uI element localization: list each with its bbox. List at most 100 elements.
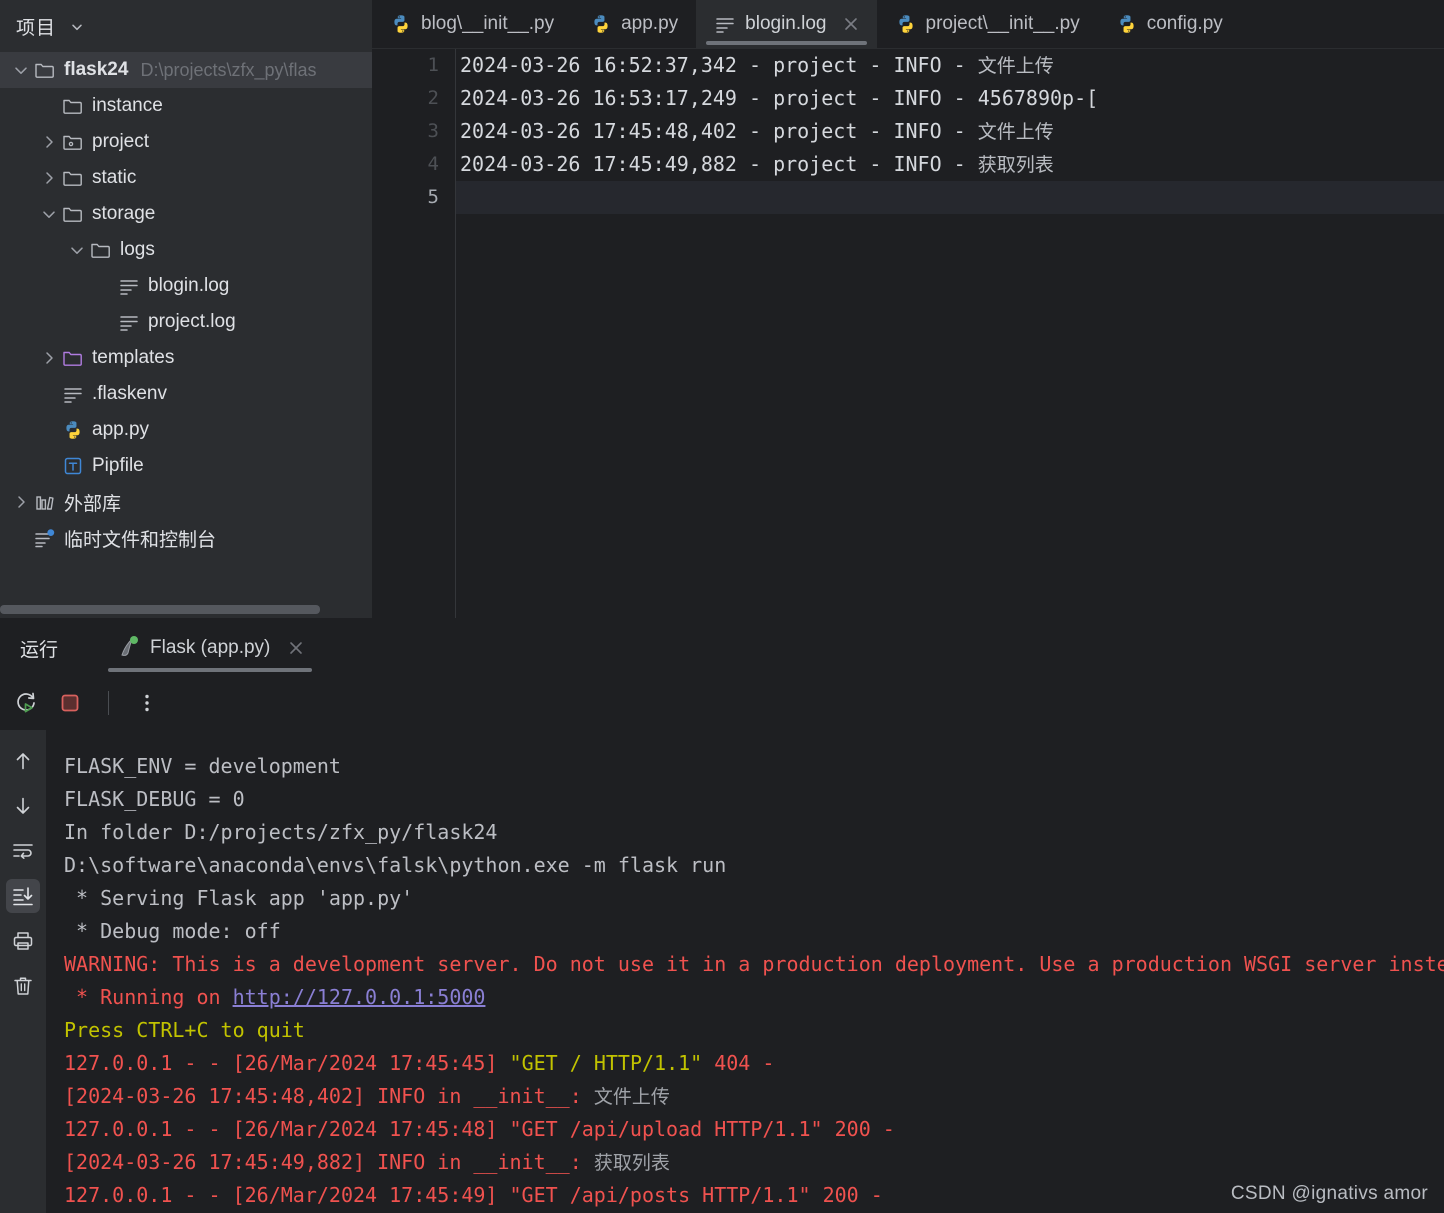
python-icon	[390, 13, 412, 35]
tree-node-static[interactable]: static	[0, 160, 372, 196]
console-line: 127.0.0.1 - - [26/Mar/2024 17:45:48] "GE…	[46, 1113, 1444, 1146]
python-icon	[1116, 13, 1138, 35]
console-text: D:\software\anaconda\envs\falsk\python.e…	[64, 853, 727, 877]
chevron-down-icon[interactable]	[38, 205, 60, 223]
chevron-down-icon[interactable]	[70, 20, 84, 34]
top-region: 项目 flask24 D:\projects\zfx_py\flas instanc…	[0, 0, 1444, 618]
tree-node-.flaskenv[interactable]: .flaskenv	[0, 376, 372, 412]
tree-node-Pipfile[interactable]: Pipfile	[0, 448, 372, 484]
flask-icon	[118, 636, 140, 660]
tree-node-templates[interactable]: templates	[0, 340, 372, 376]
project-tree[interactable]: flask24 D:\projects\zfx_py\flas instance pr…	[0, 52, 372, 556]
tree-node-label: Pipfile	[92, 455, 144, 476]
code-line: 2024-03-26 17:45:49,882 - project - INFO…	[457, 148, 1444, 181]
editor-tab-label: config.py	[1146, 13, 1223, 34]
console-side-toolbar[interactable]	[0, 730, 46, 1213]
editor-tab-config-py[interactable]: config.py	[1098, 0, 1241, 48]
console-text: FLASK_DEBUG = 0	[64, 787, 245, 811]
tree-node-label: project	[92, 131, 150, 152]
soft-wrap-icon[interactable]	[6, 834, 40, 868]
chevron-right-icon[interactable]	[10, 493, 32, 511]
close-icon[interactable]	[288, 640, 304, 656]
tree-node-label: logs	[120, 239, 155, 260]
run-tool-window-title: 运行	[20, 639, 59, 661]
printer-icon[interactable]	[6, 924, 40, 958]
chevron-right-icon[interactable]	[38, 169, 60, 187]
tree-node-instance[interactable]: instance	[0, 88, 372, 124]
line-number-gutter[interactable]: 1 2 3 4 5	[372, 49, 455, 618]
chevron-down-icon[interactable]	[66, 241, 88, 259]
tree-node-临时文件和控制台[interactable]: 临时文件和控制台	[0, 520, 372, 556]
tree-node-project[interactable]: project	[0, 124, 372, 160]
file-text-icon	[116, 275, 142, 297]
folder-templates-icon	[60, 347, 86, 369]
code-line-cjk-text: 文件上传	[977, 55, 1054, 77]
console-line: In folder D:/projects/zfx_py/flask24	[46, 816, 1444, 849]
console-text: 127.0.0.1 - - [26/Mar/2024 17:45:48] "GE…	[64, 1117, 895, 1141]
tree-node-logs[interactable]: logs	[0, 232, 372, 268]
run-tool-window-header: 运行 Flask (app.py)	[0, 620, 1444, 676]
console-line: [2024-03-26 17:45:48,402] INFO in __init…	[46, 1080, 1444, 1113]
stop-icon[interactable]	[50, 683, 90, 723]
file-text-icon	[60, 383, 86, 405]
editor-content[interactable]: 2024-03-26 16:52:37,342 - project - INFO…	[457, 49, 1444, 618]
folder-icon	[60, 203, 86, 225]
code-line: 2024-03-26 17:45:48,402 - project - INFO…	[457, 115, 1444, 148]
console-text: WARNING: This is a development server. D…	[64, 952, 1444, 976]
chevron-down-icon[interactable]	[10, 61, 32, 79]
tree-node-label: app.py	[92, 419, 150, 440]
toml-icon	[60, 455, 86, 477]
editor-viewport[interactable]: 1 2 3 4 5 2024-03-26 16:52:37,342 - project …	[372, 49, 1444, 618]
console-text: [2024-03-26 17:45:48,402] INFO in __init…	[64, 1084, 594, 1108]
tree-node-label: .flaskenv	[92, 383, 167, 404]
run-tab-label: Flask (app.py)	[150, 637, 271, 658]
editor-tab-project-init-py[interactable]: project\__init__.py	[877, 0, 1098, 48]
close-icon[interactable]	[843, 16, 859, 32]
editor-tab-blog-init-py[interactable]: blog\__init__.py	[372, 0, 572, 48]
console-line: FLASK_DEBUG = 0	[46, 783, 1444, 816]
tree-node-label: storage	[92, 203, 156, 224]
editor-tab-blogin-log[interactable]: blogin.log	[696, 0, 877, 48]
file-text-icon	[116, 311, 142, 333]
kebab-menu-icon[interactable]	[127, 683, 167, 723]
line-number: 5	[427, 186, 439, 208]
project-panel-header[interactable]: 项目	[0, 0, 372, 52]
tree-node-app.py[interactable]: app.py	[0, 412, 372, 448]
project-tool-window: 项目 flask24 D:\projects\zfx_py\flas instanc…	[0, 0, 372, 618]
folder-module-icon	[60, 131, 86, 153]
editor-tab-label: project\__init__.py	[925, 13, 1080, 34]
tree-node-storage[interactable]: storage	[0, 196, 372, 232]
tree-node-project.log[interactable]: project.log	[0, 304, 372, 340]
run-configuration-tab[interactable]: Flask (app.py)	[100, 620, 320, 676]
scroll-to-end-icon[interactable]	[6, 879, 40, 913]
folder-icon	[60, 95, 86, 117]
arrow-up-icon[interactable]	[6, 744, 40, 778]
tree-node-blogin.log[interactable]: blogin.log	[0, 268, 372, 304]
editor-tab-app-py[interactable]: app.py	[572, 0, 696, 48]
editor-tab-label: blogin.log	[745, 13, 827, 34]
code-line: 2024-03-26 16:52:37,342 - project - INFO…	[457, 49, 1444, 82]
chevron-right-icon[interactable]	[38, 133, 60, 151]
tree-node-外部库[interactable]: 外部库	[0, 484, 372, 520]
console-text: 127.0.0.1 - - [26/Mar/2024 17:45:45]	[64, 1051, 510, 1075]
tree-node-flask24[interactable]: flask24 D:\projects\zfx_py\flas	[0, 52, 372, 88]
console-line: D:\software\anaconda\envs\falsk\python.e…	[46, 849, 1444, 882]
project-horizontal-scrollbar[interactable]	[0, 605, 320, 614]
arrow-down-icon[interactable]	[6, 789, 40, 823]
chevron-right-icon[interactable]	[38, 349, 60, 367]
code-line-text: 2024-03-26 16:52:37,342 - project - INFO…	[460, 53, 978, 77]
editor-tab-bar[interactable]: blog\__init__.py app.py blogin.log project\…	[372, 0, 1444, 48]
console-text: 文件上传	[593, 1086, 670, 1108]
run-toolbar[interactable]	[0, 676, 1444, 730]
editor-area: blog\__init__.py app.py blogin.log project\…	[372, 0, 1444, 618]
code-line-text: 2024-03-26 17:45:48,402 - project - INFO…	[460, 119, 978, 143]
code-line-cjk-text: 文件上传	[977, 121, 1054, 143]
ide-window: 项目 flask24 D:\projects\zfx_py\flas instanc…	[0, 0, 1444, 1213]
trash-icon[interactable]	[6, 969, 40, 1003]
console-output[interactable]: FLASK_ENV = development FLASK_DEBUG = 0 In…	[46, 730, 1444, 1213]
code-line: 2024-03-26 16:53:17,249 - project - INFO…	[457, 82, 1444, 115]
tree-node-label: flask24	[64, 59, 129, 80]
console-text: * Running on	[64, 985, 233, 1009]
console-link[interactable]: http://127.0.0.1:5000	[233, 985, 486, 1009]
rerun-icon[interactable]	[6, 683, 46, 723]
